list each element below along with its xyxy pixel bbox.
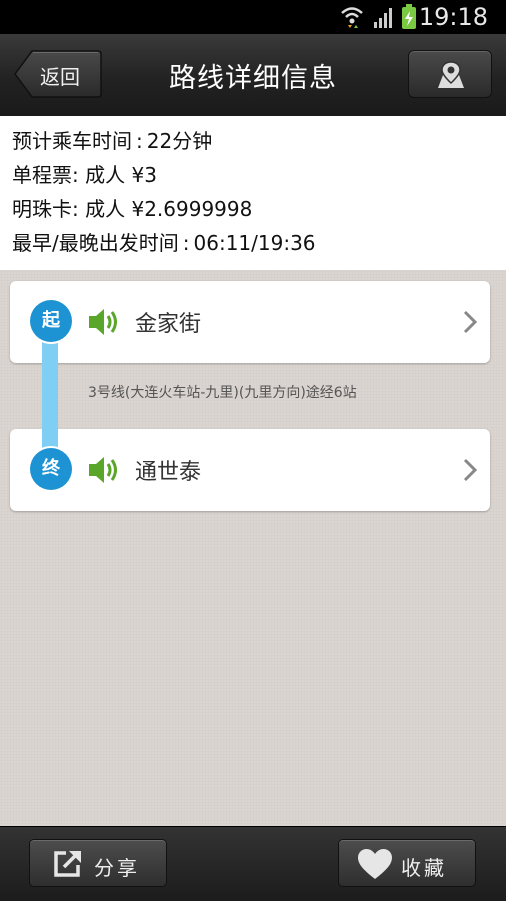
map-button[interactable]	[408, 50, 492, 98]
start-badge: 起	[30, 300, 72, 342]
pearl-card-label: 明珠卡	[12, 197, 72, 221]
single-ticket-value: 成人 ¥3	[85, 163, 157, 187]
segment-info: 3号线(大连火车站-九里)(九里方向)途经6站	[88, 385, 357, 401]
share-label: 分享	[94, 856, 140, 880]
first-last-time-row: 最早/最晚出发时间:06:11/19:36	[12, 231, 316, 255]
pearl-card-row: 明珠卡: 成人 ¥2.6999998	[12, 197, 253, 221]
status-icons	[340, 4, 420, 30]
favorite-label: 收藏	[401, 856, 447, 880]
status-time: 19:18	[418, 3, 488, 31]
ride-time-value: 22分钟	[146, 129, 213, 153]
end-station-name: 通世泰	[135, 460, 202, 485]
first-last-time-value: 06:11/19:36	[193, 231, 316, 255]
status-bar: 19:18	[0, 0, 506, 34]
ride-time-row: 预计乘车时间:22分钟	[12, 129, 213, 153]
pearl-card-value: 成人 ¥2.6999998	[85, 197, 253, 221]
bottom-toolbar: 分享 收藏	[0, 826, 506, 901]
share-button[interactable]: 分享	[29, 839, 167, 887]
single-ticket-label: 单程票	[12, 163, 72, 187]
start-station-card[interactable]: 金家街	[10, 281, 490, 363]
chevron-right-icon	[463, 458, 478, 482]
map-pin-icon	[438, 61, 464, 88]
start-station-name: 金家街	[135, 312, 202, 337]
route-info-panel: 预计乘车时间:22分钟 单程票: 成人 ¥3 明珠卡: 成人 ¥2.699999…	[0, 116, 506, 270]
chevron-right-icon	[463, 310, 478, 334]
end-station-card[interactable]: 通世泰	[10, 429, 490, 511]
route-area: 金家街 3号线(大连火车站-九里)(九里方向)途经6站 通世泰 起 终	[0, 270, 506, 826]
single-ticket-row: 单程票: 成人 ¥3	[12, 163, 157, 187]
title-bar: 返回 路线详细信息	[0, 34, 506, 117]
ride-time-label: 预计乘车时间	[12, 129, 132, 153]
wifi-signal-battery-icons	[341, 4, 416, 29]
first-last-time-label: 最早/最晚出发时间	[12, 231, 179, 255]
heart-icon	[358, 849, 392, 879]
favorite-button[interactable]: 收藏	[338, 839, 476, 887]
speaker-icon[interactable]	[87, 454, 121, 486]
share-icon	[54, 850, 81, 877]
end-badge: 终	[30, 448, 72, 490]
speaker-icon[interactable]	[87, 306, 121, 338]
